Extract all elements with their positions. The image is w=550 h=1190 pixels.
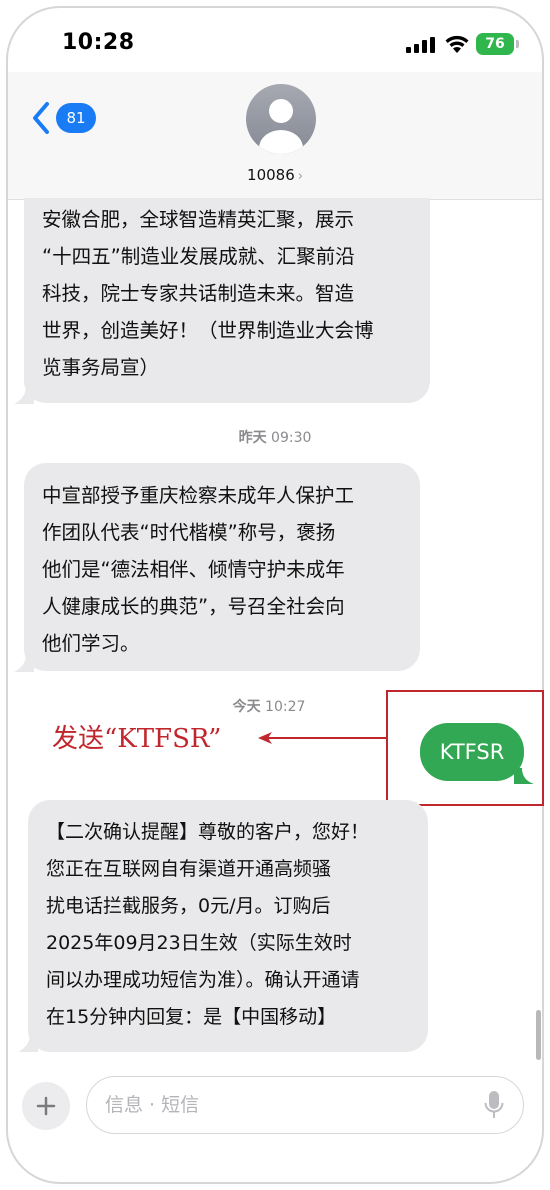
person-icon [259,99,303,154]
received-message[interactable]: 【二次确认提醒】尊敬的客户，您好！ 您正在互联网自有渠道开通高频骚 扰电话拦截服… [28,800,428,1052]
scroll-indicator [536,1010,541,1060]
add-attachment-button[interactable] [22,1082,70,1130]
message-text: 中宣部授予重庆检察未成年人保护工 作团队代表“时代楷模”称号，褒扬 他们是“德法… [42,484,355,655]
wifi-icon [445,35,469,53]
contact-number: 10086 [247,166,295,184]
back-button[interactable]: 81 [30,100,96,136]
status-time: 10:28 [62,30,135,55]
battery-tip [516,40,519,48]
message-text: 安徽合肥，全球智造精英汇聚，展示 “十四五”制造业发展成就、汇聚前沿 科技，院士… [42,208,374,379]
status-bar: 10:28 76 [8,8,542,72]
battery-level: 76 [485,36,505,52]
bubble-tail [18,1034,38,1052]
signal-icon [406,37,435,53]
bubble-tail [14,654,34,672]
timestamp-day: 今天 [232,699,261,715]
timestamp: 昨天 09:30 [8,427,542,447]
timestamp-time: 09:30 [271,430,312,446]
timestamp-time: 10:27 [265,699,306,715]
plus-icon [36,1096,56,1116]
chevron-right-icon: › [297,169,303,184]
sent-message[interactable]: KTFSR [420,723,524,781]
contact-name[interactable]: 10086 › [8,166,542,184]
bubble-tail [14,386,34,404]
message-text: 【二次确认提醒】尊敬的客户，您好！ 您正在互联网自有渠道开通高频骚 扰电话拦截服… [46,821,370,1028]
received-message[interactable]: 安徽合肥，全球智造精英汇聚，展示 “十四五”制造业发展成就、汇聚前沿 科技，院士… [24,198,430,403]
message-input[interactable]: 信息 · 短信 [86,1076,524,1134]
conversation-header: 81 10086 › [8,72,542,200]
compose-bar: 信息 · 短信 [0,1068,550,1148]
battery-icon: 76 [476,33,514,55]
received-message[interactable]: 中宣部授予重庆检察未成年人保护工 作团队代表“时代楷模”称号，褒扬 他们是“德法… [24,463,420,671]
unread-badge: 81 [56,103,96,133]
annotation-label: 发送“KTFSR” [52,724,222,754]
sent-bubble-tail [514,768,534,784]
timestamp-day: 昨天 [238,430,267,446]
mic-icon[interactable] [484,1090,504,1120]
back-chevron-icon [33,102,49,134]
arrow-icon [258,732,386,744]
avatar[interactable] [246,84,316,154]
